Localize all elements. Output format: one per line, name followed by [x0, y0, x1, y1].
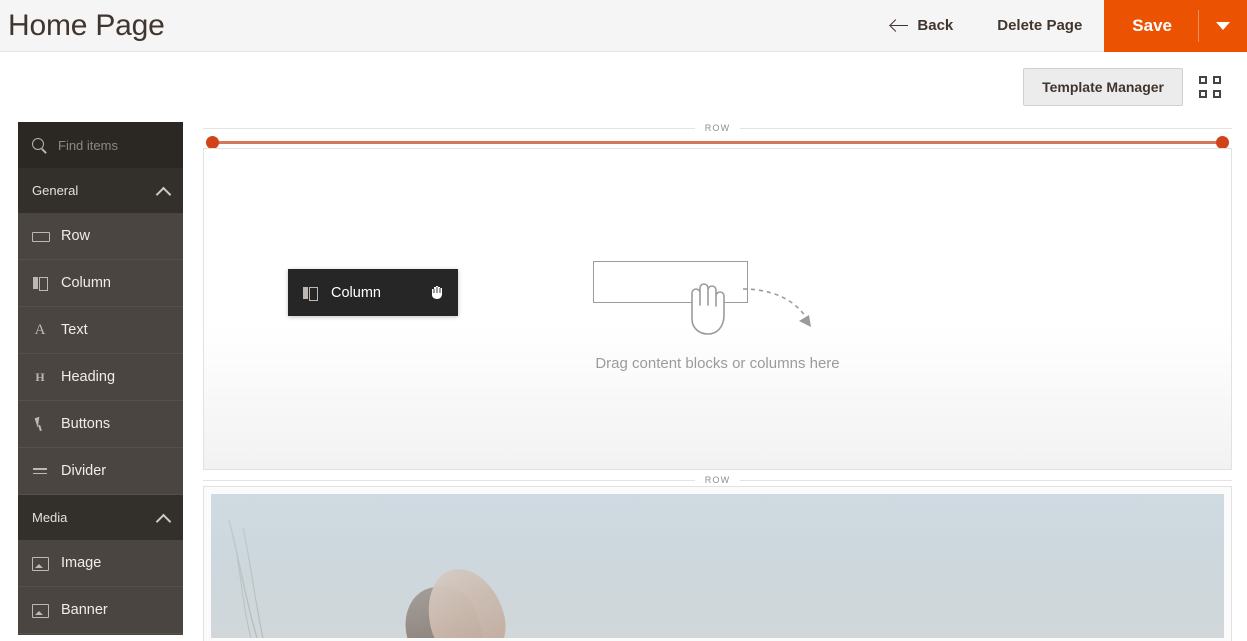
drag-illustration	[593, 261, 843, 341]
drag-ghost-column[interactable]: Column	[288, 269, 458, 316]
save-button[interactable]: Save	[1104, 0, 1198, 52]
page-title: Home Page	[0, 11, 165, 41]
panel-item-image[interactable]: Image	[18, 540, 183, 587]
editor-body: General Row Column A Text H Heading Butt…	[0, 122, 1247, 641]
row-label: ROW	[695, 475, 741, 485]
divider-icon	[32, 463, 48, 479]
column-icon	[32, 275, 48, 291]
chevron-up-icon	[157, 512, 169, 524]
haze-overlay	[211, 494, 1224, 638]
app-header: Home Page Back Delete Page Save	[0, 0, 1247, 52]
column-icon	[302, 285, 318, 301]
row-label-bar-2: ROW	[203, 474, 1232, 486]
image-icon	[32, 555, 48, 571]
delete-page-button[interactable]: Delete Page	[975, 0, 1104, 52]
buttons-icon	[32, 416, 48, 432]
search-icon	[32, 138, 47, 153]
delete-page-label: Delete Page	[997, 17, 1082, 34]
grabbing-hand-icon	[429, 284, 446, 301]
panel-section-media[interactable]: Media	[18, 495, 183, 540]
panel-item-divider[interactable]: Divider	[18, 448, 183, 495]
panel-item-heading[interactable]: H Heading	[18, 354, 183, 401]
fullscreen-icon[interactable]	[1199, 76, 1221, 98]
row-section-2: ROW	[203, 474, 1232, 641]
back-button[interactable]: Back	[869, 0, 975, 52]
template-manager-button[interactable]: Template Manager	[1023, 68, 1183, 106]
arrow-left-icon	[891, 19, 908, 33]
panel-item-divider-label: Divider	[61, 463, 106, 479]
row-container-banner[interactable]	[203, 486, 1232, 641]
panel-item-buttons[interactable]: Buttons	[18, 401, 183, 448]
fullscreen-corner-bl	[1199, 90, 1207, 98]
row-label-bar-1: ROW	[203, 122, 1232, 134]
text-icon: A	[32, 322, 48, 338]
panel-item-text[interactable]: A Text	[18, 307, 183, 354]
row-icon	[32, 228, 48, 244]
panel-item-heading-label: Heading	[61, 369, 115, 385]
panel-item-banner-label: Banner	[61, 602, 108, 618]
content-types-panel: General Row Column A Text H Heading Butt…	[18, 122, 183, 635]
drop-indicator	[203, 136, 1232, 148]
page-builder-stage: ROW Drag content blo	[183, 122, 1247, 641]
panel-item-text-label: Text	[61, 322, 88, 338]
person-face	[417, 560, 515, 638]
fullscreen-corner-tl	[1199, 76, 1207, 84]
panel-item-image-label: Image	[61, 555, 101, 571]
fullscreen-corner-br	[1213, 90, 1221, 98]
drag-ghost-label: Column	[331, 285, 381, 301]
banner-image	[211, 494, 1224, 638]
header-actions: Back Delete Page Save	[869, 0, 1247, 52]
save-dropdown-button[interactable]	[1199, 0, 1247, 52]
panel-item-row[interactable]: Row	[18, 213, 183, 260]
panel-item-buttons-label: Buttons	[61, 416, 110, 432]
dashed-arrow-icon	[741, 283, 831, 338]
empty-row-hint-text: Drag content blocks or columns here	[595, 355, 839, 372]
back-button-label: Back	[917, 17, 953, 34]
panel-section-media-label: Media	[32, 510, 67, 525]
banner-icon	[32, 602, 48, 618]
chevron-up-icon	[157, 185, 169, 197]
drop-indicator-line	[211, 141, 1224, 144]
hand-drag-icon	[683, 279, 729, 335]
save-button-label: Save	[1132, 16, 1172, 36]
save-button-group: Save	[1104, 0, 1247, 52]
panel-section-general-label: General	[32, 183, 78, 198]
panel-item-row-label: Row	[61, 228, 90, 244]
panel-section-general[interactable]: General	[18, 168, 183, 213]
caret-down-icon	[1216, 22, 1230, 30]
panel-item-column-label: Column	[61, 275, 111, 291]
panel-item-column[interactable]: Column	[18, 260, 183, 307]
fullscreen-corner-tr	[1213, 76, 1221, 84]
panel-search-row[interactable]	[18, 122, 183, 168]
heading-icon: H	[32, 369, 48, 385]
search-input[interactable]	[58, 138, 183, 153]
editor-toolbar: Template Manager	[0, 52, 1247, 122]
row-label: ROW	[695, 123, 741, 133]
grass-decoration	[227, 518, 273, 638]
panel-item-banner[interactable]: Banner	[18, 587, 183, 634]
